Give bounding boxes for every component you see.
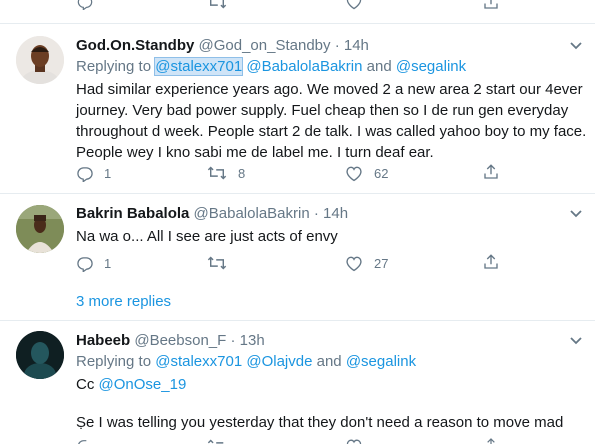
display-name[interactable]: Habeeb (76, 332, 130, 349)
like-icon[interactable] (344, 0, 364, 15)
avatar[interactable] (16, 331, 64, 379)
timestamp[interactable]: 14h (323, 205, 348, 222)
timestamp[interactable]: 13h (240, 332, 265, 349)
chevron-down-icon[interactable] (569, 209, 583, 219)
separator-dot: · (230, 332, 236, 349)
tweet-text-line: People wey I kno sabi me de label me. I … (76, 144, 434, 161)
retweet-icon (207, 166, 227, 180)
divider (0, 23, 595, 24)
divider (0, 320, 595, 321)
tweet-text-line: journey. Very bad power supply. Fuel che… (76, 102, 569, 119)
retweet-icon[interactable] (206, 438, 228, 444)
tweet-text: Na wa o... All I see are just acts of en… (76, 228, 338, 245)
chevron-down-icon[interactable] (569, 41, 583, 51)
separator-dot: · (313, 205, 319, 222)
timestamp[interactable]: 14h (344, 37, 369, 54)
reply-icon[interactable] (76, 438, 94, 444)
share-icon[interactable] (482, 0, 500, 16)
reply-icon (77, 167, 93, 182)
divider (0, 193, 595, 194)
mention-link[interactable]: @OnOse_19 (99, 376, 187, 393)
retweet-button[interactable] (206, 255, 238, 271)
mention-link[interactable]: @segalink (396, 58, 466, 75)
display-name[interactable]: Bakrin Babalola (76, 205, 189, 222)
like-count: 27 (374, 256, 389, 271)
mention-link[interactable]: @stalexx701 (155, 353, 242, 370)
avatar[interactable] (16, 36, 64, 84)
avatar[interactable] (16, 205, 64, 253)
display-name[interactable]: God.On.Standby (76, 37, 194, 54)
replying-to-label: Replying to (76, 58, 152, 75)
reply-count: 1 (104, 256, 112, 271)
replying-to-label: Replying to (76, 353, 152, 370)
show-more-replies-link[interactable]: 3 more replies (76, 293, 171, 310)
mention-link[interactable]: @Olajvde (246, 353, 312, 370)
mention-link[interactable]: @stalexx701 (154, 57, 244, 76)
tweet-text: Had similar experience years ago. We mov… (76, 79, 586, 163)
share-button[interactable] (482, 253, 500, 271)
share-icon[interactable] (482, 437, 500, 444)
mention-link[interactable]: @BabalolaBakrin (246, 58, 362, 75)
share-icon (484, 254, 498, 269)
user-handle[interactable]: @God_on_Standby (199, 37, 331, 54)
mention-link[interactable]: @segalink (346, 353, 416, 370)
like-button[interactable]: 27 (344, 255, 388, 272)
reply-button[interactable]: 1 (76, 255, 111, 272)
tweet-text: Ṣe I was telling you yesterday that they… (76, 414, 564, 431)
retweet-icon (207, 256, 227, 270)
chevron-down-icon[interactable] (569, 336, 583, 346)
like-icon (346, 166, 362, 182)
like-count: 62 (374, 166, 389, 181)
retweet-count: 8 (238, 165, 246, 181)
reply-icon[interactable] (76, 0, 94, 15)
reply-count: 1 (104, 166, 112, 181)
cc-label: Cc (76, 376, 95, 393)
tweet-text-line: Had similar experience years ago. We mov… (76, 81, 583, 98)
share-icon (484, 164, 498, 179)
retweet-icon[interactable] (206, 0, 228, 15)
and-text: and (366, 58, 392, 75)
user-handle[interactable]: @Beebson_F (134, 332, 226, 349)
reply-icon (77, 257, 93, 272)
separator-dot: · (334, 37, 340, 54)
reply-button[interactable]: 1 (76, 165, 111, 182)
user-handle[interactable]: @BabalolaBakrin (194, 205, 310, 222)
like-button[interactable]: 62 (344, 165, 388, 182)
retweet-button[interactable]: 8 (206, 165, 245, 181)
like-icon[interactable] (344, 438, 364, 444)
like-icon (346, 256, 362, 272)
share-button[interactable] (482, 163, 500, 181)
tweet-text-line: throughout d week. People start 2 de tal… (76, 123, 587, 140)
tweet-cc-line: Cc @OnOse_19 (76, 374, 186, 395)
and-text: and (316, 353, 342, 370)
